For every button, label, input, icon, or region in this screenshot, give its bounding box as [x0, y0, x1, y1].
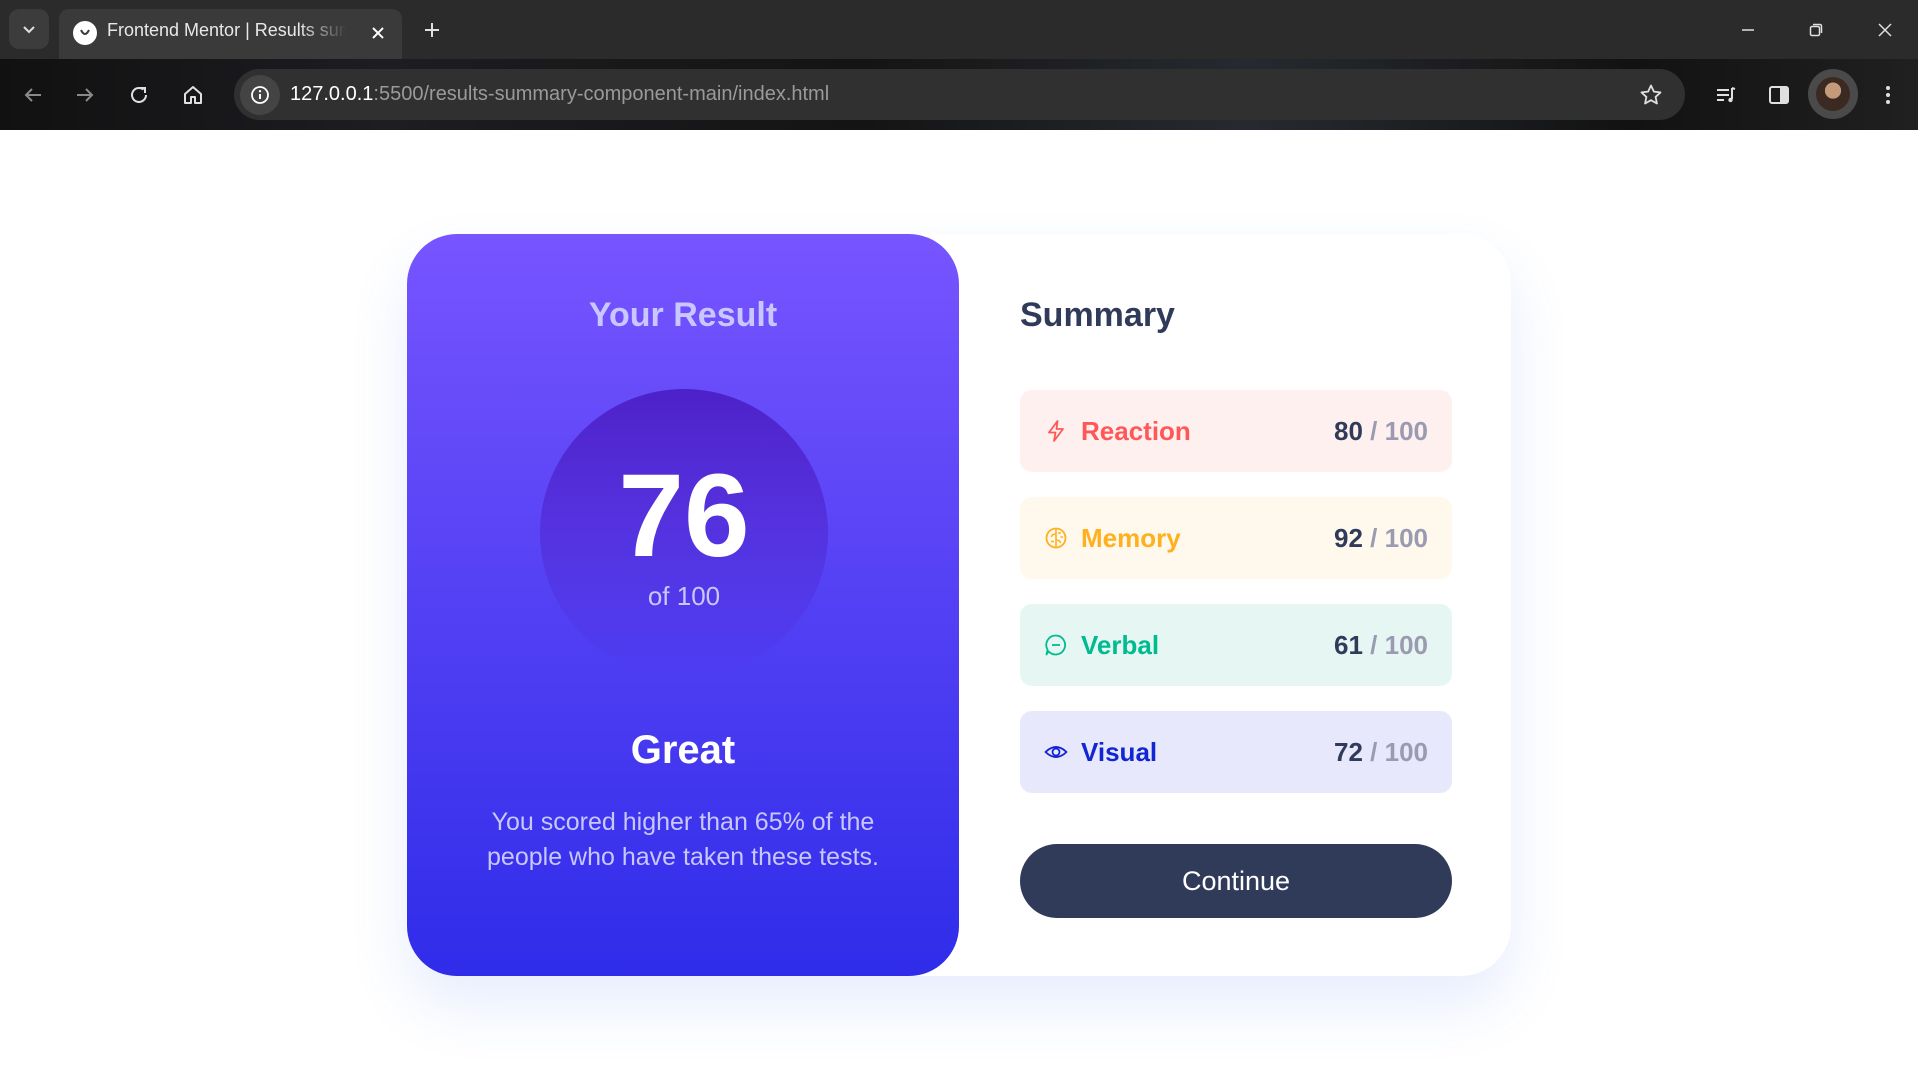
active-tab[interactable]: Frontend Mentor | Results summary compon…	[59, 9, 402, 59]
minimize-icon[interactable]	[1725, 10, 1771, 50]
address-bar[interactable]: 127.0.0.1:5500/results-summary-component…	[234, 69, 1685, 120]
browser-toolbar: 127.0.0.1:5500/results-summary-component…	[0, 59, 1918, 130]
page-viewport: Your Result 76 of 100 Great You scored h…	[0, 130, 1918, 1074]
site-info-icon[interactable]	[240, 75, 280, 115]
frontend-mentor-favicon-icon	[73, 21, 97, 45]
verbal-score: 61 / 100	[1334, 630, 1428, 660]
rating-description: You scored higher than 65% of the people…	[487, 808, 879, 871]
visual-score: 72 / 100	[1334, 737, 1428, 767]
close-tab-icon[interactable]	[366, 21, 390, 45]
score-value: 76	[618, 450, 750, 582]
eye-icon	[1044, 746, 1068, 758]
tab-search-button[interactable]	[9, 9, 49, 49]
restore-icon[interactable]	[1793, 10, 1839, 50]
summary-row-memory: Memory 92 / 100	[1020, 497, 1452, 579]
chevron-down-icon	[23, 26, 35, 34]
profile-photo	[1816, 77, 1850, 111]
browser-tab-strip: Frontend Mentor | Results summary compon…	[0, 0, 1918, 59]
memory-label: Memory	[1081, 523, 1181, 553]
new-tab-plus-icon[interactable]	[416, 14, 448, 46]
url-path: :5500/results-summary-component-main/ind…	[373, 83, 830, 105]
brain-icon	[1045, 527, 1067, 549]
rating-label: Great	[630, 728, 736, 772]
score-out-of: of 100	[647, 581, 721, 611]
score-circle: 76 of 100	[540, 389, 828, 677]
back-arrow-icon[interactable]	[13, 75, 53, 115]
summary-heading: Summary	[1020, 296, 1175, 334]
verbal-label: Verbal	[1081, 630, 1160, 660]
summary-row-reaction: Reaction 80 / 100	[1020, 390, 1452, 472]
reaction-label: Reaction	[1081, 416, 1191, 446]
tab-title: Frontend Mentor | Results summary compon…	[107, 20, 347, 40]
summary-row-visual: Visual 72 / 100	[1020, 711, 1452, 793]
summary-panel: Summary Reaction 80 / 100 Memory 92 / 10…	[959, 234, 1511, 976]
more-menu-icon[interactable]	[1868, 75, 1908, 115]
results-summary-card: Your Result 76 of 100 Great You scored h…	[407, 234, 1511, 976]
url-host: 127.0.0.1	[290, 83, 374, 105]
reload-icon[interactable]	[119, 75, 159, 115]
lightning-icon	[1048, 420, 1064, 442]
result-heading: Your Result	[588, 296, 778, 334]
visual-label: Visual	[1081, 737, 1158, 767]
memory-score: 92 / 100	[1334, 523, 1428, 553]
continue-button[interactable]: Continue	[1020, 844, 1452, 918]
side-panel-icon[interactable]	[1759, 75, 1799, 115]
home-icon[interactable]	[173, 75, 213, 115]
profile-avatar[interactable]	[1808, 69, 1858, 119]
forward-arrow-icon[interactable]	[65, 75, 105, 115]
bookmark-star-icon[interactable]	[1637, 81, 1665, 109]
close-window-icon[interactable]	[1862, 10, 1908, 50]
result-panel: Your Result 76 of 100 Great You scored h…	[407, 234, 959, 976]
summary-row-verbal: Verbal 61 / 100	[1020, 604, 1452, 686]
url-text[interactable]: 127.0.0.1:5500/results-summary-component…	[290, 83, 829, 106]
chat-icon	[1045, 634, 1067, 656]
reaction-score: 80 / 100	[1334, 416, 1428, 446]
reading-list-icon[interactable]	[1706, 75, 1746, 115]
